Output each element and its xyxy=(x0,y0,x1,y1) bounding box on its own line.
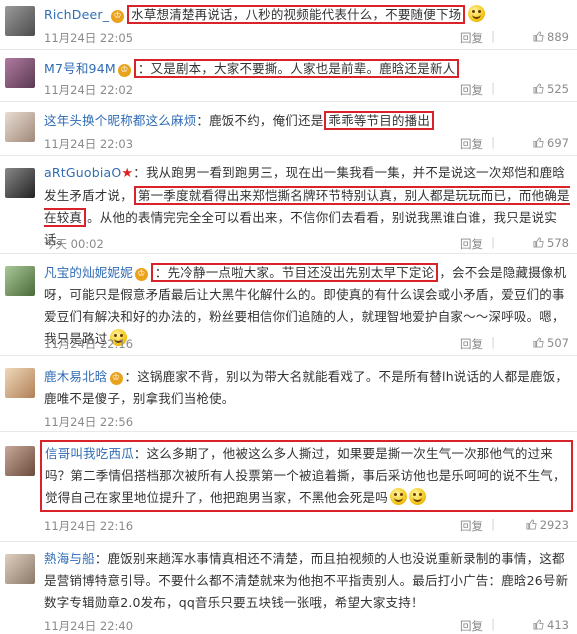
comment-text: 熱海与船：鹿饭别来趟浑水事情真相还不清楚，而且拍视频的人也没说重新录制的事情，这… xyxy=(44,551,569,610)
divider: | xyxy=(491,617,495,631)
like-count: 697 xyxy=(547,136,569,150)
reply-button[interactable]: 回复 xyxy=(460,136,483,152)
comment-meta: 11月24日 22:56 xyxy=(44,414,569,430)
timestamp: 11月24日 22:16 xyxy=(44,337,134,351)
comment-meta: 今天 00:02 回复 | 578 xyxy=(44,235,569,252)
reply-button[interactable]: 回复 xyxy=(460,618,483,634)
comment-item: RichDeer_ ♔ 水草想清楚再说话，八秒的视频能代表什么，不要随便下场 11月… xyxy=(0,0,577,50)
comment-text: M7号和94M ♔ ：又是剧本，大家不要撕。人家也是前辈。鹿晗还是新人 xyxy=(44,58,571,80)
username-link[interactable]: 凡宝的灿妮妮妮 xyxy=(44,265,133,280)
comment-meta: 11月24日 22:05 回复 | 889 xyxy=(44,29,569,46)
thumbs-up-icon xyxy=(533,31,544,42)
comment-item: 熱海与船：鹿饭别来趟浑水事情真相还不清楚，而且拍视频的人也没说重新录制的事情，这… xyxy=(0,542,577,634)
reply-button[interactable]: 回复 xyxy=(460,336,483,352)
highlighted-text: ：先冷静一点啦大家。节目还没出先别太早下定论 xyxy=(150,263,439,282)
timestamp: 今天 00:02 xyxy=(44,237,104,251)
like-button[interactable]: 889 xyxy=(533,30,569,44)
divider: | xyxy=(491,81,495,95)
avatar[interactable] xyxy=(5,58,35,88)
reply-button[interactable]: 回复 xyxy=(460,30,483,46)
username-link[interactable]: M7号和94M xyxy=(44,61,116,76)
username-link[interactable]: 这年头换个昵称都这么麻烦 xyxy=(44,113,196,128)
comment-meta: 11月24日 22:16 回复 | 507 xyxy=(44,335,569,352)
avatar[interactable] xyxy=(5,266,35,296)
username-link[interactable]: aRtGuobiaO xyxy=(44,165,121,180)
reply-button[interactable]: 回复 xyxy=(460,82,483,98)
avatar[interactable] xyxy=(5,112,35,142)
reply-button[interactable]: 回复 xyxy=(460,518,483,534)
comment-item: 信哥叫我吃西瓜：这么多期了，他被这么多人撕过，如果要是撕一次生气一次那他气的过来… xyxy=(0,432,577,542)
comment-meta: 11月24日 22:40 回复 | 413 xyxy=(44,617,569,634)
divider: | xyxy=(491,335,495,349)
highlighted-text: ：又是剧本，大家不要撕。人家也是前辈。鹿晗还是新人 xyxy=(133,59,460,78)
timestamp: 11月24日 22:05 xyxy=(44,31,134,45)
like-button[interactable]: 578 xyxy=(533,236,569,250)
smiley-emoji-icon xyxy=(468,5,486,22)
like-button[interactable]: 507 xyxy=(533,336,569,350)
smiley-emoji-icon xyxy=(389,488,407,505)
comment-meta: 11月24日 22:03 回复 | 697 xyxy=(44,135,569,152)
thumbs-up-icon xyxy=(533,619,544,630)
like-button[interactable]: 2923 xyxy=(526,518,569,532)
like-count: 507 xyxy=(547,336,569,350)
crown-icon: ♔ xyxy=(117,64,131,77)
divider: | xyxy=(491,135,495,149)
like-count: 578 xyxy=(547,236,569,250)
comment-text: RichDeer_ ♔ 水草想清楚再说话，八秒的视频能代表什么，不要随便下场 xyxy=(44,4,571,26)
like-count: 413 xyxy=(547,618,569,632)
divider: | xyxy=(491,29,495,43)
timestamp: 11月24日 22:40 xyxy=(44,619,134,633)
divider: | xyxy=(491,517,495,531)
comment-item: M7号和94M ♔ ：又是剧本，大家不要撕。人家也是前辈。鹿晗还是新人 11月24日… xyxy=(0,50,577,102)
comment-text: 鹿木易北晗 ♔ ：这锅鹿家不背，别以为带大名就能看戏了。不是所有替lh说话的人都是鹿… xyxy=(44,369,569,406)
highlighted-text: 水草想清楚再说话，八秒的视频能代表什么，不要随便下场 xyxy=(127,5,466,24)
timestamp: 11月24日 22:16 xyxy=(44,519,134,533)
avatar[interactable] xyxy=(5,6,35,36)
comment-item: 鹿木易北晗 ♔ ：这锅鹿家不背，别以为带大名就能看戏了。不是所有替lh说话的人都是鹿… xyxy=(0,356,577,432)
comment-meta: 11月24日 22:16 回复 | 2923 xyxy=(44,517,569,534)
comment-text: 这年头换个昵称都这么麻烦：鹿饭不约，俺们还是 乖乖等节目的播出 xyxy=(44,110,571,132)
thumbs-up-icon xyxy=(533,337,544,348)
like-button[interactable]: 525 xyxy=(533,82,569,96)
crown-icon: ♔ xyxy=(111,10,125,23)
smiley-emoji-icon xyxy=(408,488,426,505)
like-button[interactable]: 413 xyxy=(533,618,569,632)
highlighted-text: 乖乖等节目的播出 xyxy=(324,111,435,130)
username-link[interactable]: 熱海与船 xyxy=(44,551,95,566)
like-count: 525 xyxy=(547,82,569,96)
highlighted-comment-text: 信哥叫我吃西瓜：这么多期了，他被这么多人撕过，如果要是撕一次生气一次那他气的过来… xyxy=(40,440,573,512)
crown-icon: ♔ xyxy=(109,372,123,385)
reply-button[interactable]: 回复 xyxy=(460,236,483,252)
like-count: 889 xyxy=(547,30,569,44)
username-link[interactable]: 信哥叫我吃西瓜 xyxy=(45,446,134,461)
thumbs-up-icon xyxy=(526,519,537,530)
comment-item: 凡宝的灿妮妮妮 ♔ ：先冷静一点啦大家。节目还没出先别太早下定论 ，会不会是隐藏摄像机… xyxy=(0,254,577,356)
avatar[interactable] xyxy=(5,554,35,584)
comment-item: 这年头换个昵称都这么麻烦：鹿饭不约，俺们还是 乖乖等节目的播出 11月24日 22… xyxy=(0,102,577,156)
timestamp: 11月24日 22:56 xyxy=(44,415,134,429)
avatar[interactable] xyxy=(5,446,35,476)
comment-feed: RichDeer_ ♔ 水草想清楚再说话，八秒的视频能代表什么，不要随便下场 11月… xyxy=(0,0,577,634)
like-count: 2923 xyxy=(539,518,569,532)
star-icon: ★ xyxy=(121,166,134,181)
timestamp: 11月24日 22:03 xyxy=(44,137,134,151)
timestamp: 11月24日 22:02 xyxy=(44,83,134,97)
username-link[interactable]: 鹿木易北晗 xyxy=(44,369,108,384)
like-button[interactable]: 697 xyxy=(533,136,569,150)
avatar[interactable] xyxy=(5,368,35,398)
comment-item: aRtGuobiaO★：我从跑男一看到跑男三，现在出一集我看一集，并不是说这一次… xyxy=(0,156,577,254)
thumbs-up-icon xyxy=(533,83,544,94)
username-link[interactable]: RichDeer_ xyxy=(44,7,109,22)
thumbs-up-icon xyxy=(533,137,544,148)
thumbs-up-icon xyxy=(533,237,544,248)
comment-meta: 11月24日 22:02 回复 | 525 xyxy=(44,81,569,98)
divider: | xyxy=(491,235,495,249)
crown-icon: ♔ xyxy=(134,268,148,281)
avatar[interactable] xyxy=(5,168,35,198)
